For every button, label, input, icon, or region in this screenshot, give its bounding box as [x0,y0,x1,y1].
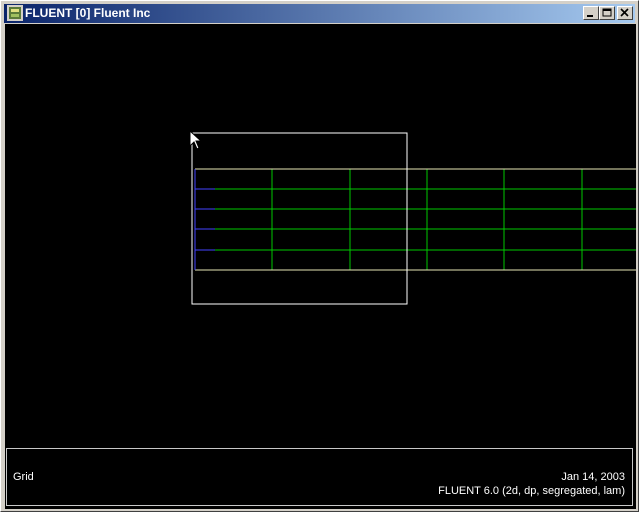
fluent-app-icon[interactable] [7,5,23,21]
graphics-display[interactable]: Grid Jan 14, 2003 FLUENT 6.0 (2d, dp, se… [5,24,636,509]
close-icon [620,8,629,17]
close-button[interactable] [617,6,633,20]
maximize-button[interactable] [599,6,615,20]
graphics-info-panel: Grid Jan 14, 2003 FLUENT 6.0 (2d, dp, se… [6,448,633,506]
mesh-grid [194,168,636,271]
fluent-window: FLUENT [0] Fluent Inc Grid Jan 14, 2003 … [0,0,639,512]
minimize-button[interactable] [583,6,599,20]
zoom-selection-box [191,132,408,305]
mesh-view[interactable] [5,24,636,509]
display-label: Grid [13,471,34,483]
display-date: Jan 14, 2003 [561,471,625,483]
title-bar[interactable]: FLUENT [0] Fluent Inc [4,4,635,23]
solver-version: FLUENT 6.0 (2d, dp, segregated, lam) [438,485,625,497]
maximize-icon [602,8,612,17]
window-title: FLUENT [0] Fluent Inc [25,6,151,20]
minimize-icon [587,15,593,17]
